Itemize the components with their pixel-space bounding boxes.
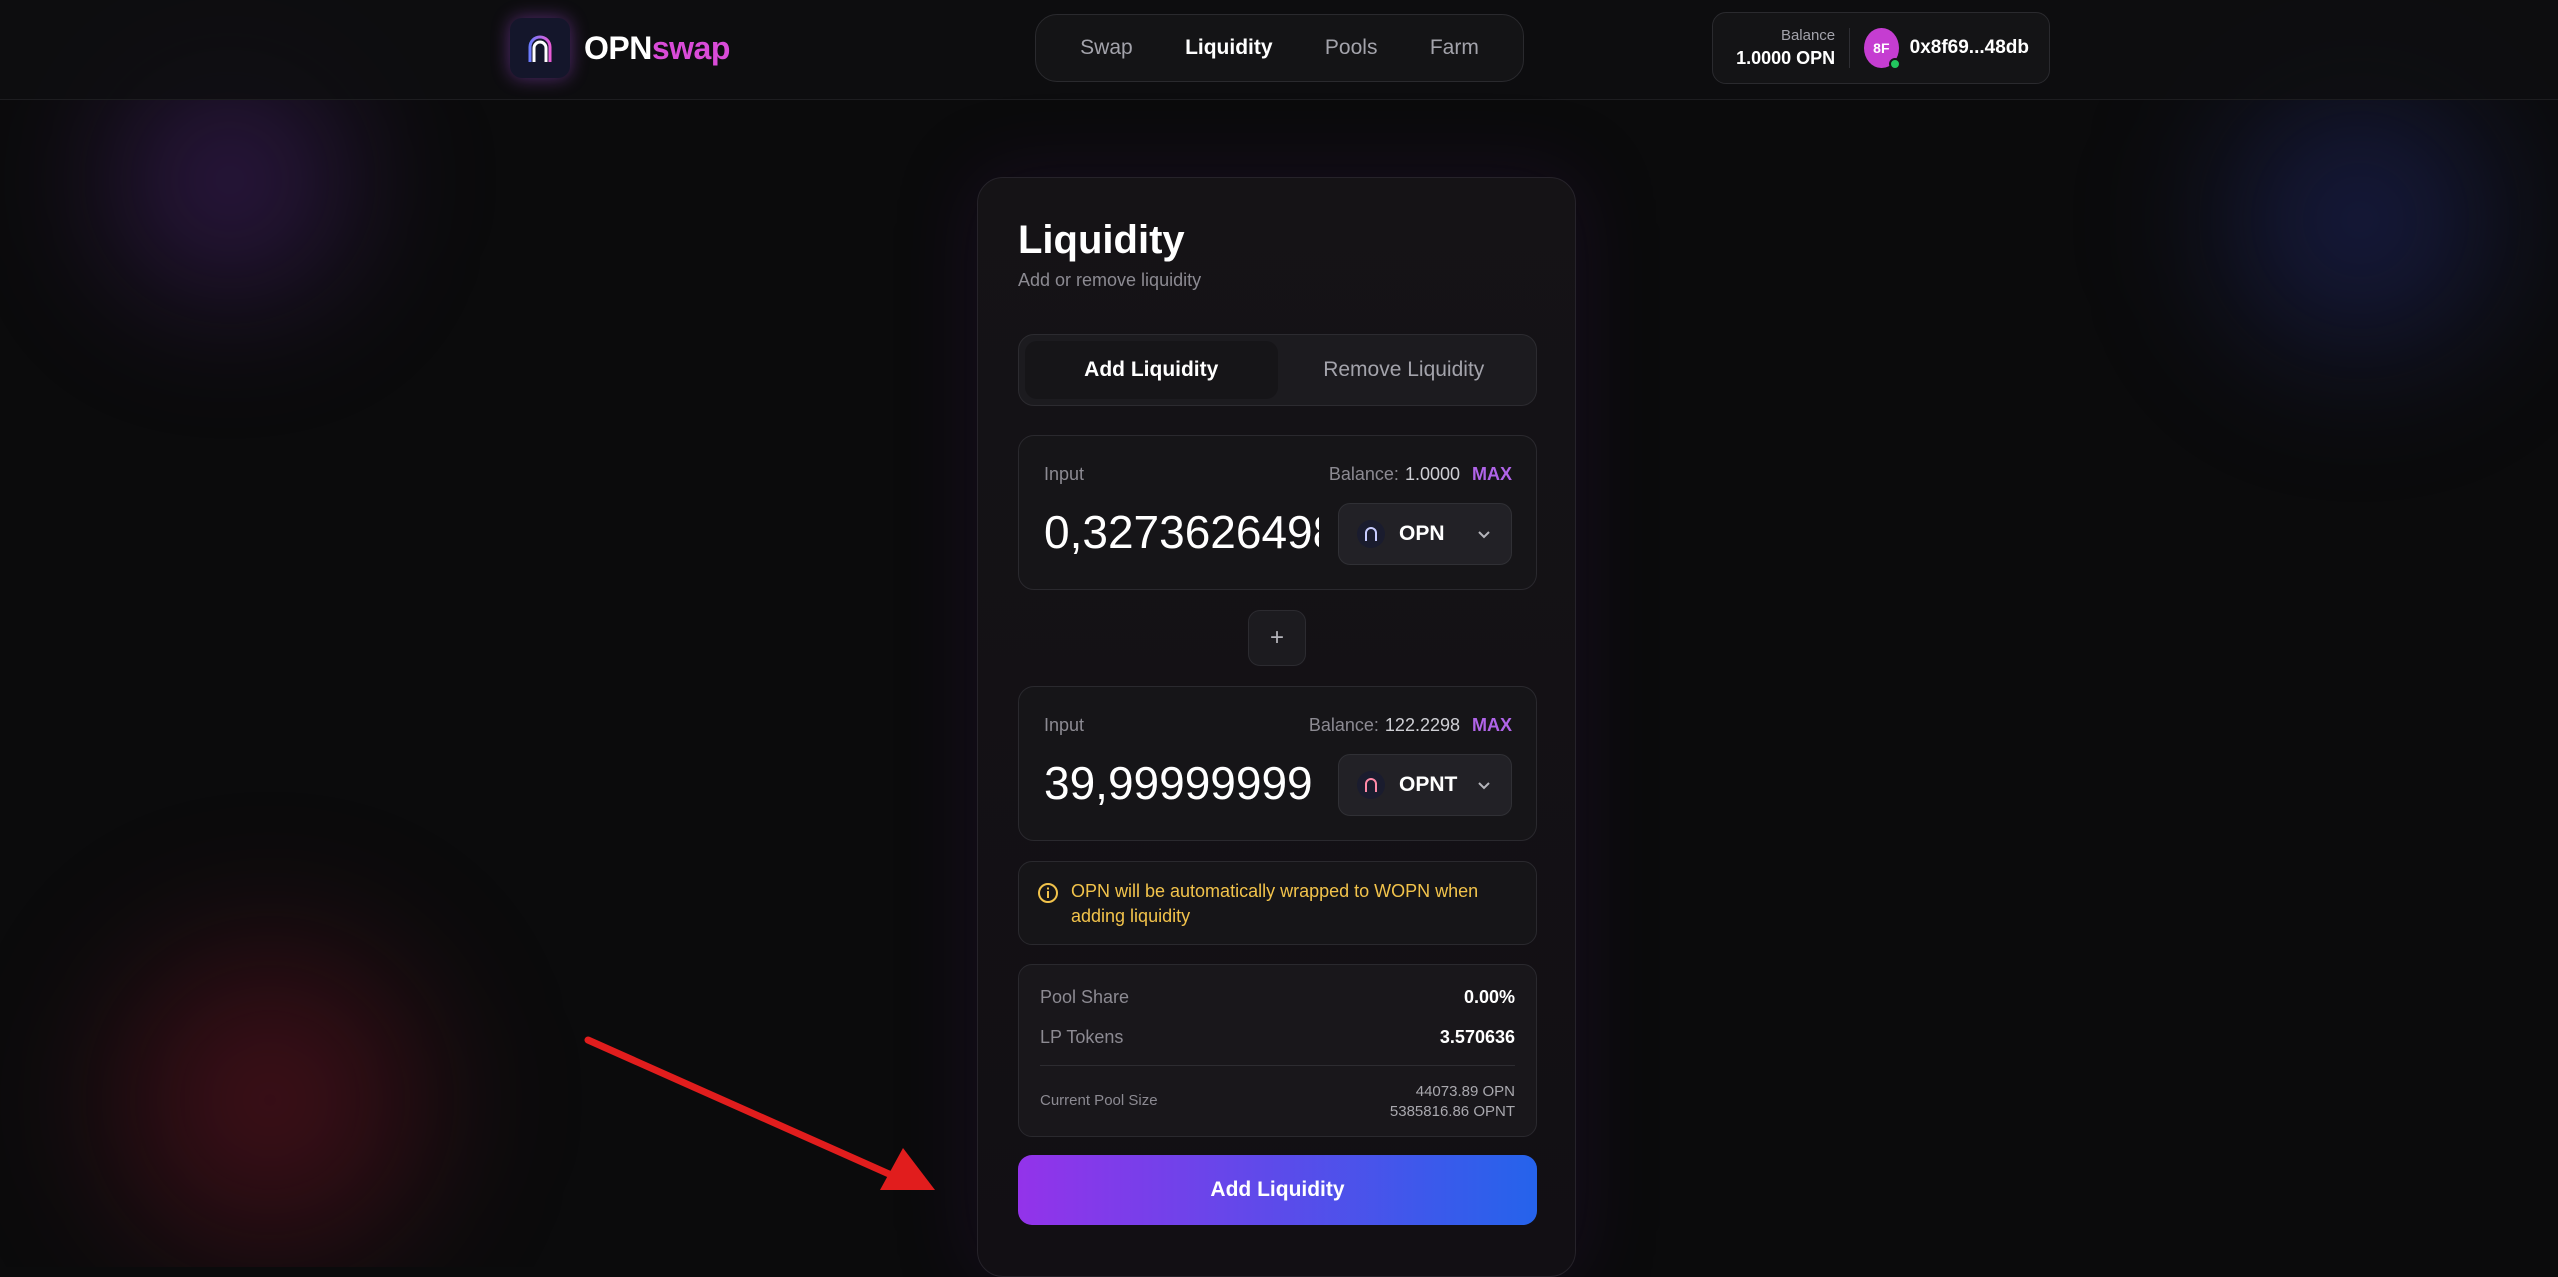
nav-item-pools[interactable]: Pools — [1325, 36, 1378, 60]
nav-item-swap[interactable]: Swap — [1080, 36, 1133, 60]
avatar: 8F — [1864, 28, 1899, 68]
opnt-logo-icon — [1357, 771, 1385, 799]
wallet-balance-label: Balance — [1733, 27, 1835, 44]
wrap-notice: OPN will be automatically wrapped to WOP… — [1018, 861, 1537, 945]
pool-share-label: Pool Share — [1040, 987, 1129, 1008]
pool-share-value: 0.00% — [1464, 987, 1515, 1008]
avatar-initials: 8F — [1873, 40, 1889, 56]
wallet-address: 0x8f69...48db — [1910, 37, 2029, 59]
top-header: OPNswap Swap Liquidity Pools Farm Balanc… — [0, 0, 2558, 100]
input-a-label: Input — [1044, 464, 1084, 485]
pool-size-values: 44073.89 OPN 5385816.86 OPNT — [1390, 1082, 1515, 1122]
page-subtitle: Add or remove liquidity — [1018, 270, 1201, 291]
pool-size-opn: 44073.89 OPN — [1390, 1082, 1515, 1102]
brand-name-part-b: swap — [652, 30, 730, 66]
pool-size-opnt: 5385816.86 OPNT — [1390, 1102, 1515, 1122]
lp-tokens-value: 3.570636 — [1440, 1027, 1515, 1048]
page-title: Liquidity — [1018, 218, 1185, 263]
input-b-label: Input — [1044, 715, 1084, 736]
token-input-a: Input Balance: 1.0000 MAX OPN — [1018, 435, 1537, 590]
input-a-balance-label: Balance: — [1329, 464, 1399, 485]
chevron-down-icon — [1475, 525, 1493, 543]
input-a-token-select[interactable]: OPN — [1338, 503, 1512, 565]
wrap-notice-text: OPN will be automatically wrapped to WOP… — [1071, 879, 1518, 929]
input-b-max-button[interactable]: MAX — [1472, 715, 1512, 736]
nav-item-farm[interactable]: Farm — [1430, 36, 1479, 60]
wallet-balance-value: 1.0000 OPN — [1733, 48, 1835, 69]
input-b-token-select[interactable]: OPNT — [1338, 754, 1512, 816]
connected-status-dot — [1889, 58, 1901, 70]
chevron-down-icon — [1475, 776, 1493, 794]
input-b-balance-label: Balance: — [1309, 715, 1379, 736]
annotation-arrow — [580, 1030, 940, 1200]
input-a-max-button[interactable]: MAX — [1472, 464, 1512, 485]
liquidity-tabs: Add Liquidity Remove Liquidity — [1018, 334, 1537, 406]
tab-remove-liquidity[interactable]: Remove Liquidity — [1278, 341, 1531, 399]
brand-name: OPNswap — [584, 30, 730, 67]
input-a-balance-value: 1.0000 — [1405, 464, 1460, 485]
main-nav: Swap Liquidity Pools Farm — [1035, 14, 1524, 82]
add-liquidity-button[interactable]: Add Liquidity — [1018, 1155, 1537, 1225]
input-b-amount-field[interactable] — [1044, 753, 1319, 813]
pool-size-label: Current Pool Size — [1040, 1092, 1158, 1122]
wallet-balance: Balance 1.0000 OPN — [1733, 27, 1835, 69]
input-b-balance-value: 122.2298 — [1385, 715, 1460, 736]
input-a-amount-field[interactable] — [1044, 502, 1319, 562]
tab-add-liquidity[interactable]: Add Liquidity — [1025, 341, 1278, 399]
background-glow-red — [40, 890, 500, 1267]
brand-name-part-a: OPN — [584, 30, 652, 66]
lp-tokens-row: LP Tokens 3.570636 — [1040, 1027, 1515, 1048]
input-a-token-name: OPN — [1399, 522, 1461, 546]
info-icon — [1037, 882, 1059, 904]
input-b-balance: Balance: 122.2298 MAX — [1309, 715, 1512, 736]
wallet-button[interactable]: Balance 1.0000 OPN 8F 0x8f69...48db — [1712, 12, 2050, 84]
input-b-token-name: OPNT — [1399, 773, 1461, 797]
wallet-divider — [1849, 28, 1850, 68]
opn-logo-icon — [1357, 520, 1385, 548]
summary-divider — [1040, 1065, 1515, 1066]
lp-tokens-label: LP Tokens — [1040, 1027, 1123, 1048]
brand-logo[interactable]: OPNswap — [510, 18, 730, 78]
pool-share-row: Pool Share 0.00% — [1040, 987, 1515, 1008]
plus-button[interactable]: + — [1248, 610, 1306, 666]
token-input-b: Input Balance: 122.2298 MAX OPNT — [1018, 686, 1537, 841]
liquidity-summary: Pool Share 0.00% LP Tokens 3.570636 Curr… — [1018, 964, 1537, 1137]
pool-size-row: Current Pool Size 44073.89 OPN 5385816.8… — [1040, 1082, 1515, 1122]
liquidity-card: Liquidity Add or remove liquidity Add Li… — [977, 177, 1576, 1277]
nav-item-liquidity[interactable]: Liquidity — [1185, 36, 1273, 60]
input-a-balance: Balance: 1.0000 MAX — [1329, 464, 1512, 485]
opnswap-logo-icon — [510, 18, 570, 78]
